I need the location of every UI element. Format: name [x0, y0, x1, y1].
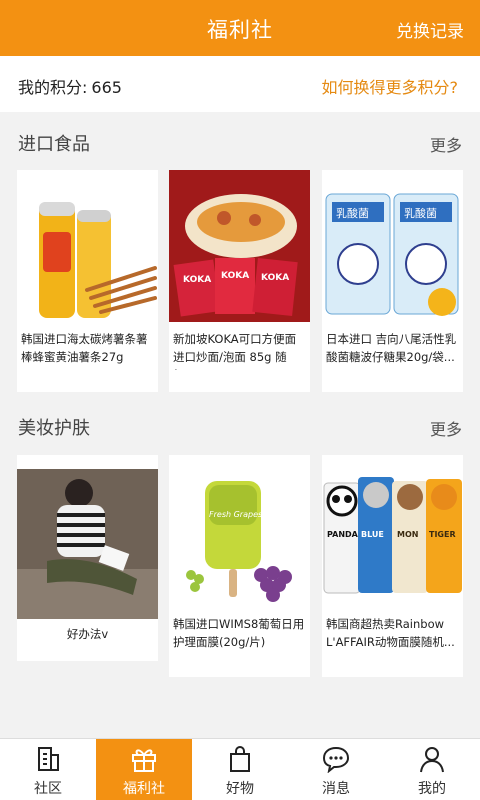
shopping-bag-icon [230, 746, 250, 772]
chat-bubble-icon [322, 746, 350, 773]
product-title: 韩国进口WIMS8葡萄日用护理面膜(20g/片) (210001) [173, 617, 305, 655]
product-image: 乳酸菌 乳酸菌 [322, 170, 463, 322]
product-image [17, 170, 158, 322]
section-title: 进口食品 [18, 134, 90, 155]
monkey-label: MON [397, 530, 418, 539]
product-image: PANDA BLUE MON TIGER [322, 455, 463, 607]
more-link[interactable]: 更多 [430, 416, 462, 440]
koka-label: KOKA [221, 271, 249, 281]
points-bar: 我的积分: 665 如何换得更多积分? [0, 56, 480, 112]
tab-label: 消息 [322, 781, 350, 797]
earn-more-points-link[interactable]: 如何换得更多积分? [322, 74, 459, 98]
product-card[interactable]: 韩国进口海太碳烤薯条薯棒蜂蜜黄油薯条27g (190164) [17, 170, 158, 392]
panda-label: PANDA [327, 530, 359, 539]
section-title: 美妆护肤 [18, 418, 90, 439]
tab-label: 我的 [418, 781, 446, 797]
tab-label: 福利社 [123, 781, 165, 797]
product-card[interactable]: Fresh Grapes 韩国进口WIMS8葡萄日用护理面膜(20g/片) (2… [169, 455, 310, 677]
tab-label: 社区 [34, 781, 62, 797]
user-icon [420, 747, 444, 773]
product-title: 日本进口 吉向八尾活性乳酸菌糖波仔糖果20g/袋... [326, 332, 457, 364]
gift-icon [132, 749, 156, 772]
product-title: 韩国商超热卖Rainbow L'AFFAIR动物面膜随机... [326, 617, 455, 649]
points-label-group: 我的积分: 665 [18, 74, 122, 98]
product-title: 好办法v [66, 627, 109, 641]
section-header-beauty: 美妆护肤 更多 [0, 408, 480, 444]
product-image: Fresh Grapes [169, 455, 310, 607]
tab-welfare[interactable]: 福利社 [96, 739, 192, 800]
section-header-imported-food: 进口食品 更多 [0, 124, 480, 160]
product-title: 新加坡KOKA可口方便面 进口炒面/泡面 85g 随机... [173, 332, 297, 370]
product-image: KOKA KOKA KOKA [169, 170, 310, 322]
tab-mine[interactable]: 我的 [384, 739, 480, 800]
tab-community[interactable]: 社区 [0, 739, 96, 800]
building-icon [38, 747, 59, 771]
bottom-tab-bar: 社区 福利社 好物 消息 我的 [0, 738, 480, 800]
koka-label: KOKA [183, 275, 211, 285]
product-card[interactable]: 乳酸菌 乳酸菌 日本进口 吉向八尾活性乳酸菌糖波仔糖果20g/袋... [322, 170, 463, 392]
koka-label: KOKA [261, 273, 289, 283]
product-card[interactable]: PANDA BLUE MON TIGER 韩国商超热卖Rainbow L'AFF… [322, 455, 463, 677]
lactic-label: 乳酸菌 [336, 206, 369, 220]
lactic-label: 乳酸菌 [404, 206, 437, 220]
tab-messages[interactable]: 消息 [288, 739, 384, 800]
product-image [17, 469, 158, 619]
grapes-label: Fresh Grapes [209, 510, 262, 519]
points-value: 665 [91, 78, 122, 97]
product-title: 韩国进口海太碳烤薯条薯棒蜂蜜黄油薯条27g (190164) [21, 332, 148, 370]
more-link[interactable]: 更多 [430, 132, 462, 156]
top-app-bar: 福利社 兑换记录 [0, 0, 480, 56]
exchange-history-link[interactable]: 兑换记录 [396, 17, 464, 42]
tab-label: 好物 [226, 781, 254, 797]
product-card[interactable]: KOKA KOKA KOKA 新加坡KOKA可口方便面 进口炒面/泡面 85g … [169, 170, 310, 392]
tab-goods[interactable]: 好物 [192, 739, 288, 800]
tiger-label: TIGER [429, 530, 456, 539]
blue-label: BLUE [361, 530, 384, 539]
product-card[interactable]: 好办法v [17, 455, 158, 661]
points-label: 我的积分: [18, 78, 88, 97]
